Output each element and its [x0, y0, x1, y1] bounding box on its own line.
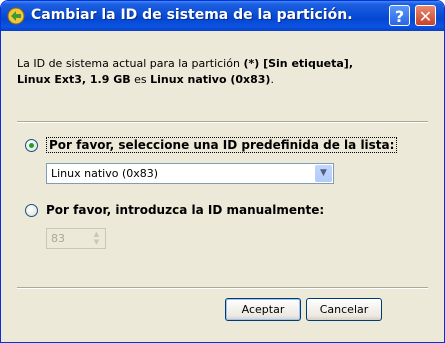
- manual-id-value: 83: [51, 232, 65, 245]
- close-icon: ✕: [418, 7, 433, 26]
- description-text: La ID de sistema actual para la partició…: [17, 56, 427, 88]
- partition-name: (*) [Sin etiqueta],: [243, 57, 353, 70]
- divider-top: [17, 121, 428, 123]
- divider-bottom: [17, 287, 428, 289]
- manual-radio[interactable]: [25, 203, 38, 217]
- radio-selected-dot: [29, 142, 34, 148]
- predefined-label: Por favor, seleccione una ID predefinida…: [46, 137, 398, 153]
- window-title: Cambiar la ID de sistema de la partición…: [31, 7, 353, 23]
- predefined-id-option[interactable]: Por favor, seleccione una ID predefinida…: [25, 137, 398, 153]
- predefined-radio[interactable]: [25, 138, 38, 152]
- help-icon: ?: [394, 7, 405, 26]
- dialog-window: Cambiar la ID de sistema de la partición…: [0, 0, 445, 343]
- description-prefix: La ID de sistema actual para la partició…: [17, 57, 244, 70]
- manual-id-option[interactable]: Por favor, introduzca la ID manualmente:: [25, 202, 324, 218]
- ok-button[interactable]: Aceptar: [225, 298, 301, 321]
- title-bar[interactable]: Cambiar la ID de sistema de la partición…: [1, 1, 444, 31]
- system-id-select[interactable]: Linux nativo (0x83) ▼: [46, 163, 334, 184]
- chevron-down-icon[interactable]: ▼: [315, 165, 332, 182]
- manual-id-spinner[interactable]: 83 ▲ ▼: [46, 228, 106, 249]
- partition-filesystem: Linux Ext3, 1.9 GB: [17, 73, 131, 86]
- close-button[interactable]: ✕: [415, 5, 436, 26]
- app-icon: [7, 7, 25, 25]
- description-mid: es: [130, 73, 151, 86]
- cancel-button[interactable]: Cancelar: [306, 298, 382, 321]
- dialog-body: La ID de sistema actual para la partició…: [4, 31, 441, 339]
- description-end: .: [270, 73, 274, 86]
- spinner-arrows-icon[interactable]: ▲ ▼: [89, 230, 104, 247]
- current-system-id: Linux nativo (0x83): [150, 73, 271, 86]
- manual-label: Por favor, introduzca la ID manualmente:: [46, 203, 325, 217]
- system-id-select-value: Linux nativo (0x83): [51, 167, 159, 180]
- help-button[interactable]: ?: [389, 5, 410, 26]
